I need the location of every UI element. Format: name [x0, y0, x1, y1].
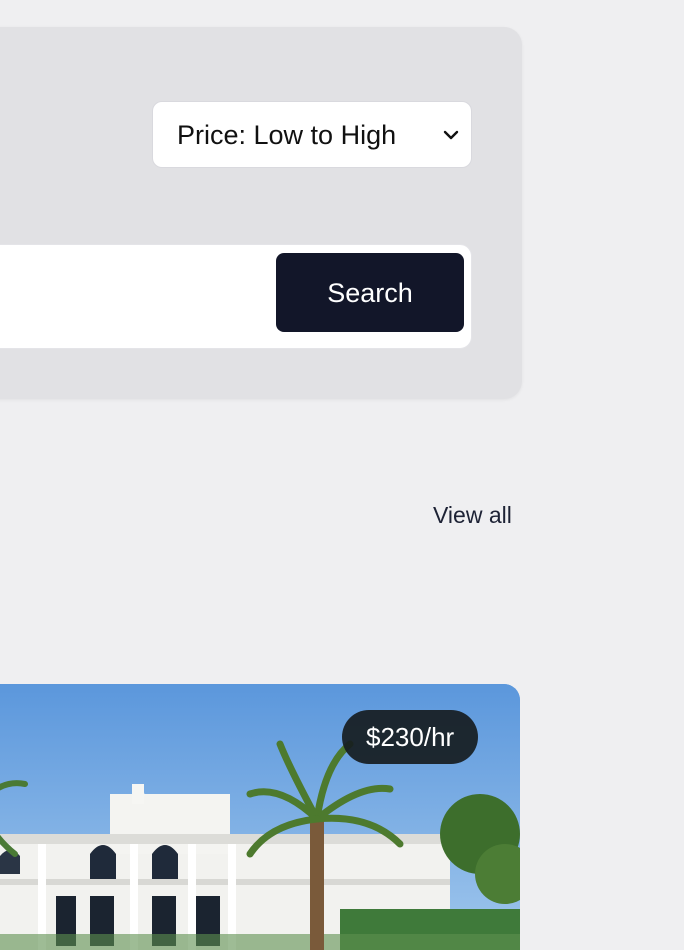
- price-badge: $230/hr: [342, 710, 479, 764]
- view-all-link[interactable]: View all: [433, 500, 512, 530]
- sort-dropdown[interactable]: Price: Low to High: [152, 101, 472, 168]
- page: Price: Low to High Search View all $230/…: [0, 0, 684, 950]
- listing-card[interactable]: $230/hr: [0, 684, 520, 950]
- search-button[interactable]: Search: [276, 253, 464, 332]
- chevron-down-icon: [443, 130, 459, 140]
- sort-dropdown-value: Price: Low to High: [177, 120, 397, 150]
